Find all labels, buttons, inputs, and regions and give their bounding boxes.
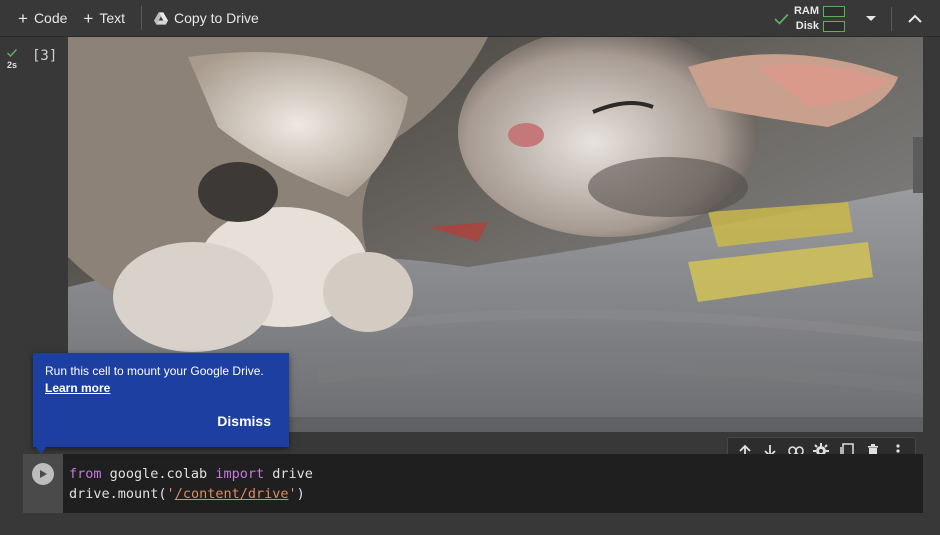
disk-label: Disk (795, 20, 819, 32)
disk-usage-bar (823, 20, 845, 32)
code-text: ) (296, 486, 305, 502)
dropdown-icon (866, 15, 876, 21)
play-icon (40, 470, 47, 478)
code-keyword: import (215, 466, 265, 482)
collapse-icon (908, 14, 922, 23)
resource-monitor[interactable]: RAM Disk (794, 4, 845, 33)
run-gutter (23, 454, 63, 513)
code-text: drive (264, 466, 313, 482)
exec-status: 2s (5, 47, 19, 70)
plus-icon: + (83, 8, 94, 28)
code-keyword: from (69, 466, 102, 482)
toolbar-divider (891, 6, 892, 31)
code-text: drive.mount( (69, 486, 167, 502)
check-icon (6, 48, 18, 58)
code-editor[interactable]: from google.colab import drive drive.mou… (63, 454, 313, 513)
code-text: google.colab (101, 466, 216, 482)
learn-more-link[interactable]: Learn more (45, 381, 110, 395)
mount-drive-tooltip: Run this cell to mount your Google Drive… (33, 353, 289, 447)
ram-label: RAM (793, 5, 819, 17)
runtime-dropdown-button[interactable] (859, 7, 883, 31)
dismiss-button[interactable]: Dismiss (217, 413, 271, 429)
code-string-path: /content/drive (174, 486, 289, 502)
exec-count: [3] (32, 48, 58, 64)
copy-to-drive-label: Copy to Drive (174, 10, 259, 26)
exec-time: 2s (6, 60, 17, 70)
copy-to-drive-button[interactable]: Copy to Drive (152, 0, 267, 37)
code-cell[interactable]: from google.colab import drive drive.mou… (23, 454, 923, 513)
output-scrollbar[interactable] (913, 137, 923, 193)
add-code-button[interactable]: + Code (10, 0, 75, 37)
code-string-quote: ' (166, 486, 175, 502)
add-text-label: Text (99, 10, 126, 26)
notebook-toolbar: + Code + Text Copy to Drive RAM Disk (0, 0, 940, 37)
collapse-header-button[interactable] (902, 6, 928, 32)
code-string-quote: ' (288, 486, 297, 502)
tooltip-arrow (35, 446, 47, 454)
check-icon (774, 13, 789, 25)
run-cell-button[interactable] (32, 463, 54, 485)
ram-usage-bar (823, 5, 845, 17)
add-code-label: Code (33, 10, 68, 26)
plus-icon: + (18, 8, 28, 28)
toolbar-divider (141, 6, 143, 30)
add-text-button[interactable]: + Text (75, 0, 133, 37)
tooltip-message: Run this cell to mount your Google Drive… (45, 364, 264, 378)
drive-icon (154, 11, 169, 25)
